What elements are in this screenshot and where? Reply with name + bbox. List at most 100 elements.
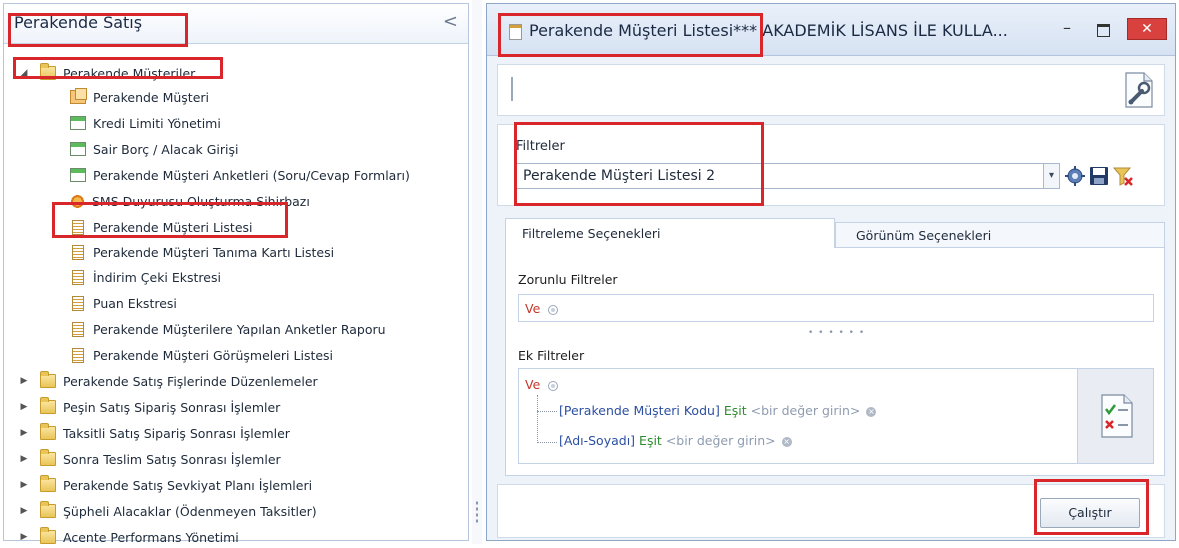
tree-item[interactable]: Perakende Müşteri Görüşmeleri Listesi — [70, 344, 333, 366]
tree-item-label: Sair Borç / Alacak Girişi — [93, 141, 239, 157]
run-button[interactable]: Çalıştır — [1040, 498, 1140, 528]
collapsed-arrow-icon[interactable]: ▶ — [18, 480, 30, 490]
tree-item[interactable]: Kredi Limiti Yönetimi — [70, 112, 221, 134]
tree-item[interactable]: Perakende Müşteri — [70, 86, 209, 108]
folder-icon — [40, 397, 56, 414]
tree-folder-item[interactable]: ▶ Perakende Satış Fişlerinde Düzenlemeler — [18, 370, 318, 392]
collapsed-arrow-icon[interactable]: ▶ — [18, 402, 30, 412]
delete-filter-icon — [1112, 167, 1133, 186]
remove-condition-icon[interactable]: × — [781, 436, 792, 447]
tree-folder-item[interactable]: ▶ Perakende Satış Sevkiyat Planı İşlemler… — [18, 474, 312, 496]
tree-item[interactable]: İndirim Çeki Ekstresi — [70, 266, 221, 288]
filter-condition[interactable]: [Perakende Müşteri Kodu] Eşit <bir değer… — [559, 403, 877, 418]
multi-card-icon — [70, 88, 87, 104]
report-document-icon — [509, 24, 522, 40]
tree-item[interactable]: Puan Ekstresi — [70, 292, 177, 314]
list-report-icon — [72, 269, 84, 285]
tree-item-label: Puan Ekstresi — [93, 295, 177, 311]
filter-condition[interactable]: [Adı-Soyadı] Eşit <bir değer girin> × — [559, 433, 792, 448]
maximize-button[interactable] — [1091, 18, 1115, 40]
filters-group: Filtreler Perakende Müşteri Listesi 2 ▾ — [497, 124, 1165, 206]
edit-filters-button[interactable] — [1094, 391, 1138, 441]
folder-icon — [40, 423, 56, 440]
add-condition-icon[interactable] — [548, 304, 559, 315]
filters-label: Filtreler — [516, 139, 565, 154]
filter-settings-button[interactable] — [1064, 165, 1086, 187]
filter-dropdown-button[interactable]: ▾ — [1044, 163, 1060, 189]
tree-folder-item[interactable]: ▶ Taksitli Satış Sipariş Sonrası İşlemler — [18, 422, 290, 444]
folder-icon — [40, 475, 56, 492]
folder-icon — [40, 501, 56, 518]
tree-item-label: Peşin Satış Sipariş Sonrası İşlemler — [63, 399, 281, 415]
tree-item[interactable]: Perakende Müşteri Anketleri (Soru/Cevap … — [70, 164, 410, 186]
tree-folder-item[interactable]: ▶ Şüpheli Alacaklar (Ödenmeyen Taksitler) — [18, 500, 317, 522]
save-filter-button[interactable] — [1088, 165, 1110, 187]
condition-value[interactable]: <bir değer girin> — [751, 403, 861, 418]
filter-select[interactable]: Perakende Müşteri Listesi 2 — [516, 163, 1044, 189]
collapse-panel-button[interactable]: < — [443, 11, 458, 32]
tree-item-label: Perakende Müşteri Anketleri (Soru/Cevap … — [93, 167, 410, 183]
folder-icon — [40, 527, 56, 544]
and-operator[interactable]: Ve — [525, 301, 540, 316]
folder-icon — [40, 449, 56, 466]
collapsed-arrow-icon[interactable]: ▶ — [18, 454, 30, 464]
collapsed-arrow-icon[interactable]: ▶ — [18, 376, 30, 386]
window-title: Perakende Müşteri Listesi*** AKADEMİK Lİ… — [529, 21, 1008, 40]
extra-filters-editor[interactable]: Ve [Perakende Müşteri Kodu] Eşit <bir de… — [518, 368, 1078, 464]
tree-folder-item[interactable]: ◢ Perakende Müşteriler — [18, 62, 195, 84]
collapsed-arrow-icon[interactable]: ▶ — [18, 506, 30, 516]
window-titlebar: Perakende Müşteri Listesi*** AKADEMİK Lİ… — [487, 4, 1175, 56]
expanded-arrow-icon[interactable]: ◢ — [18, 68, 30, 78]
tree-folder-item[interactable]: ▶ Peşin Satış Sipariş Sonrası İşlemler — [18, 396, 280, 418]
tree-item-label: Kredi Limiti Yönetimi — [93, 115, 221, 131]
toolbar-grip-icon — [511, 77, 513, 101]
tree-item-label: SMS Duyurusu Oluşturma Sihirbazı — [92, 193, 310, 209]
tree-item-label: Şüpheli Alacaklar (Ödenmeyen Taksitler) — [63, 503, 317, 519]
condition-value[interactable]: <bir değer girin> — [666, 433, 776, 448]
tree-item[interactable]: Perakende Müşteri Listesi — [70, 216, 253, 238]
splitter-grip[interactable]: • • • • • • — [808, 328, 865, 338]
tree-folder-item[interactable]: ▶ Acente Performans Yönetimi — [18, 526, 239, 548]
minimize-button[interactable]: – — [1055, 18, 1079, 40]
tree-item-label: Perakende Müşteri — [93, 89, 210, 105]
remove-condition-icon[interactable]: × — [866, 406, 877, 417]
report-window: Perakende Müşteri Listesi*** AKADEMİK Lİ… — [486, 3, 1176, 541]
list-report-icon — [72, 347, 84, 363]
list-report-icon — [72, 321, 84, 337]
condition-field[interactable]: [Perakende Müşteri Kodu] — [559, 403, 720, 418]
panel-splitter[interactable] — [472, 0, 482, 544]
panel-header: Perakende Satış < — [4, 4, 468, 44]
tree-item-label: Taksitli Satış Sipariş Sonrası İşlemler — [63, 425, 290, 441]
folder-icon — [40, 63, 56, 80]
tree-item-label: Perakende Satış Sevkiyat Planı İşlemleri — [63, 477, 313, 493]
tab-view-options[interactable]: Görünüm Seçenekleri — [835, 222, 1165, 248]
tree-item-label: Perakende Satış Fişlerinde Düzenlemeler — [63, 373, 318, 389]
tree-item-label: Acente Performans Yönetimi — [63, 529, 239, 545]
condition-field[interactable]: [Adı-Soyadı] — [559, 433, 635, 448]
tree-connector — [537, 411, 557, 412]
close-button[interactable]: ✕ — [1127, 18, 1167, 40]
condition-operator[interactable]: Eşit — [639, 433, 662, 448]
tree-connector — [537, 395, 538, 443]
collapsed-arrow-icon[interactable]: ▶ — [18, 532, 30, 542]
tree-item[interactable]: Perakende Müşterilere Yapılan Anketler R… — [70, 318, 386, 340]
delete-filter-button[interactable] — [1112, 165, 1134, 187]
tree-item-label: Perakende Müşteri Görüşmeleri Listesi — [93, 347, 334, 363]
checklist-icon — [1101, 394, 1133, 438]
form-icon — [70, 168, 86, 182]
tab-filter-options[interactable]: Filtreleme Seçenekleri — [505, 218, 835, 248]
list-report-icon — [72, 219, 84, 235]
and-operator[interactable]: Ve — [525, 377, 540, 392]
tree-item[interactable]: Sair Borç / Alacak Girişi — [70, 138, 238, 160]
mandatory-filters-editor[interactable]: Ve — [518, 294, 1154, 322]
tree-folder-item[interactable]: ▶ Sonra Teslim Satış Sonrası İşlemler — [18, 448, 281, 470]
collapsed-arrow-icon[interactable]: ▶ — [18, 428, 30, 438]
report-settings-button[interactable] — [1120, 71, 1156, 109]
wizard-icon — [70, 193, 85, 209]
tree-item[interactable]: Perakende Müşteri Tanıma Kartı Listesi — [70, 241, 334, 263]
condition-operator[interactable]: Eşit — [724, 403, 747, 418]
form-icon — [70, 116, 86, 130]
toolbar — [497, 64, 1165, 116]
tree-item[interactable]: SMS Duyurusu Oluşturma Sihirbazı — [70, 190, 310, 212]
add-condition-icon[interactable] — [548, 380, 559, 391]
